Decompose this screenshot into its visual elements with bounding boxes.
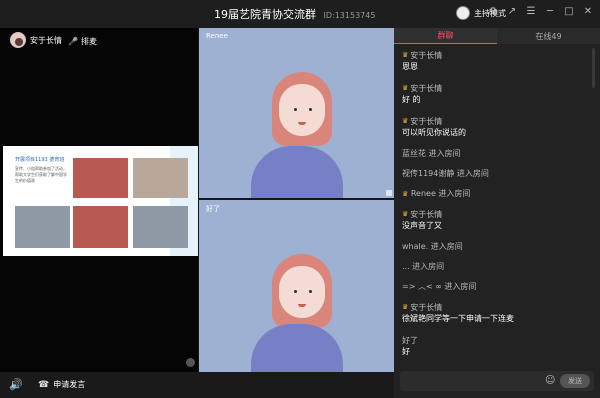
- chat-message: ♛ 安于长情 徐斌艳同学等一下申请一下连麦: [402, 301, 592, 334]
- system-message: 蓝丝花 进入房间: [402, 148, 592, 168]
- system-message: whale. 进入房间: [402, 241, 592, 261]
- slide-photo: [133, 206, 188, 248]
- message-sender: 好了: [402, 334, 592, 346]
- sender-name: 安于长情: [410, 50, 443, 60]
- message-text: 好: [402, 347, 410, 356]
- app-window: 19届艺院青协交流群 ID:13153745 主持模式 ⚙ ↗ ☰ ─ □ ✕ …: [0, 0, 600, 398]
- window-title: 19届艺院青协交流群 ID:13153745: [214, 6, 375, 22]
- message-text: 恩恩: [402, 62, 418, 71]
- video-label: Renee: [206, 32, 228, 40]
- avatar: [10, 32, 26, 48]
- video-tile: 好了: [199, 200, 394, 372]
- message-text: 好 的: [402, 95, 421, 104]
- apply-speak-button[interactable]: ☎ 申请发言: [38, 379, 85, 390]
- tab-group-chat[interactable]: 群聊: [394, 28, 497, 44]
- system-text: whale. 进入房间: [402, 242, 463, 251]
- chat-message: ♛ 安于长情 可以听见你说话的: [402, 115, 592, 148]
- avatar-face: [279, 84, 325, 136]
- crown-icon: ♛: [402, 210, 409, 218]
- slide-photo: [73, 206, 128, 248]
- message-sender: ♛ 安于长情: [402, 208, 592, 220]
- maximize-icon[interactable]: □: [563, 6, 575, 18]
- speaker-icon[interactable]: 🔊: [9, 378, 23, 391]
- title-bar: 19届艺院青协交流群 ID:13153745 主持模式 ⚙ ↗ ☰ ─ □ ✕: [0, 0, 600, 28]
- chat-tabs: 群聊 在线49: [394, 28, 600, 44]
- slide-title: 开展项目1193 德育班: [15, 157, 65, 163]
- mic-queue-label: 排麦: [80, 37, 97, 46]
- room-id: ID:13153745: [323, 11, 376, 20]
- group-title: 19届艺院青协交流群: [214, 8, 316, 21]
- system-text: => ︿< ∞ 进入房间: [402, 282, 477, 291]
- host-avatar: [456, 6, 470, 20]
- system-text: ♛ Renee 进入房间: [402, 188, 592, 200]
- bottom-bar: 🔊 ☎ 申请发言: [0, 372, 394, 398]
- slide-photo: [15, 206, 70, 248]
- system-message: ♛ Renee 进入房间: [402, 188, 592, 208]
- crown-icon: ♛: [402, 84, 409, 92]
- system-text: 蓝丝花 进入房间: [402, 149, 461, 158]
- system-message: 视传1194谢静 进入房间: [402, 168, 592, 188]
- chat-input[interactable]: ☺ 发送: [400, 371, 594, 391]
- sender-name: 安于长情: [410, 83, 443, 93]
- message-text: 徐斌艳同学等一下申请一下连麦: [402, 314, 514, 323]
- chat-message: ♛ 安于长情 没声音了又: [402, 208, 592, 241]
- avatar-face: [279, 266, 325, 318]
- slide-photo: [73, 158, 128, 198]
- slide-text: 宣传、小组帮助参加了活动，帮助大学生们获取了解中国学生的价值观: [15, 166, 67, 183]
- sender-name: 安于长情: [410, 116, 443, 126]
- chat-message: 好了 好: [402, 334, 592, 367]
- avatar-eye: [294, 108, 297, 111]
- message-sender: ♛ 安于长情: [402, 82, 592, 94]
- video-label: 好了: [206, 205, 220, 213]
- message-text: 可以听见你说话的: [402, 128, 466, 137]
- send-button[interactable]: 发送: [560, 374, 590, 388]
- system-text: ... 进入房间: [402, 262, 445, 271]
- system-message: => ︿< ∞ 进入房间: [402, 281, 592, 301]
- sender-name: 安于长情: [410, 302, 443, 312]
- crown-icon: ♛: [402, 117, 409, 125]
- message-sender: ♛ 安于长情: [402, 115, 592, 127]
- share-icon[interactable]: ↗: [506, 6, 518, 18]
- message-sender: ♛ 安于长情: [402, 301, 592, 313]
- chat-message: ♛ 安于长情 恩恩: [402, 49, 592, 82]
- avatar-eye: [309, 108, 312, 111]
- apply-speak-label: 申请发言: [53, 380, 86, 389]
- system-message: ... 进入房间: [402, 261, 592, 281]
- tab-online[interactable]: 在线49: [497, 28, 600, 44]
- message-sender: ♛ 安于长情: [402, 49, 592, 61]
- system-text: 视传1194谢静 进入房间: [402, 169, 489, 178]
- presenter-name: 安于长情: [30, 35, 62, 45]
- chat-scrollbar[interactable]: [592, 48, 595, 88]
- sender-name: 安于长情: [410, 209, 443, 219]
- sender-name: 好了: [402, 335, 418, 345]
- close-icon[interactable]: ✕: [582, 6, 594, 18]
- crown-icon: ♛: [402, 303, 409, 311]
- presenter-user[interactable]: 安于长情: [10, 32, 62, 48]
- avatar-eye: [294, 290, 297, 293]
- crown-icon: ♛: [402, 190, 409, 198]
- crown-icon: ♛: [402, 51, 409, 59]
- video-tile: Renee: [199, 28, 394, 198]
- phone-icon: ☎: [38, 379, 50, 390]
- chat-messages: ♛ 安于长情 恩恩 ♛ 安于长情 好 的 ♛ 安于长情 可以听见你说话的 蓝丝花 进入…: [402, 49, 592, 367]
- chat-panel: 群聊 在线49 ♛ 安于长情 恩恩 ♛ 安于长情 好 的 ♛ 安于长情 可以听见你说话…: [394, 28, 600, 398]
- settings-icon[interactable]: ⚙: [487, 6, 499, 18]
- slide-photo: [133, 158, 188, 198]
- presenter-panel: 安于长情 🎤 排麦 开展项目1193 德育班 宣传、小组帮助参加了活动，帮助大学…: [0, 28, 198, 372]
- mic-queue-button[interactable]: 🎤 排麦: [68, 36, 97, 47]
- microphone-icon: 🎤: [68, 37, 78, 46]
- menu-icon[interactable]: ☰: [525, 6, 537, 18]
- avatar-body: [251, 146, 343, 198]
- mic-status-icon: [186, 358, 195, 367]
- minimize-icon[interactable]: ─: [544, 6, 556, 18]
- chat-message: ♛ 安于长情 好 的: [402, 82, 592, 115]
- video-control-icon[interactable]: [386, 190, 392, 196]
- avatar-body: [251, 324, 343, 372]
- emoji-icon[interactable]: ☺: [545, 375, 555, 386]
- message-text: 没声音了又: [402, 221, 442, 230]
- avatar-eye: [309, 290, 312, 293]
- system-text-content: Renee 进入房间: [410, 189, 471, 198]
- window-controls: ⚙ ↗ ☰ ─ □ ✕: [487, 6, 594, 18]
- shared-slide: 开展项目1193 德育班 宣传、小组帮助参加了活动，帮助大学生们获取了解中国学生…: [3, 146, 198, 256]
